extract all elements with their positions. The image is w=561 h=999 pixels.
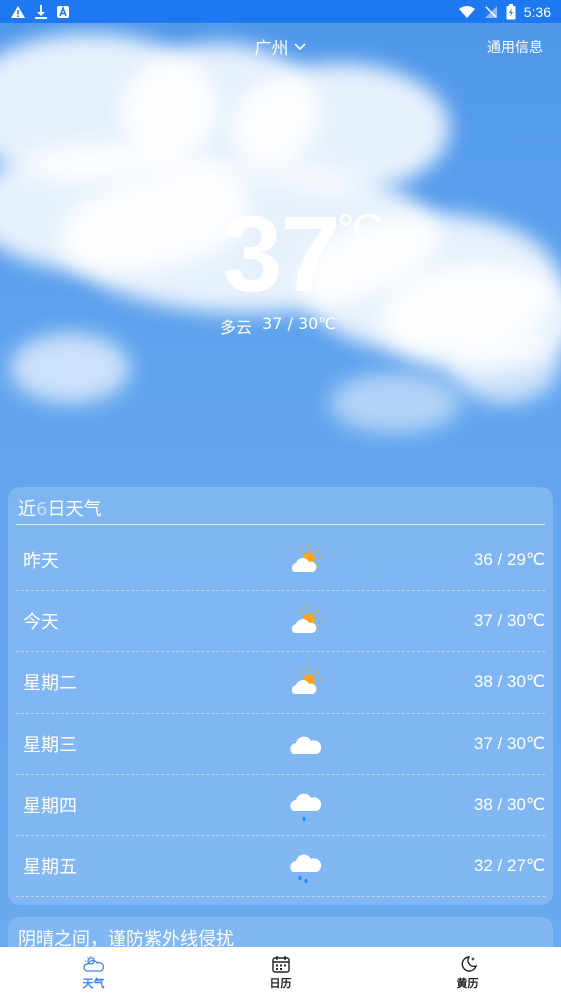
forecast-row[interactable]: 星期五 32 / 27℃	[16, 836, 545, 898]
nav-label-calendar: 日历	[269, 977, 292, 990]
forecast-row[interactable]: 今天 37 / 30℃	[16, 591, 545, 653]
forecast-row[interactable]: 星期三 37 / 30℃	[16, 714, 545, 775]
city-name: 广州	[254, 39, 289, 59]
warning-icon	[11, 5, 25, 18]
header: 广州 通用信息	[0, 30, 561, 60]
forecast-range: 36 / 29℃	[473, 550, 545, 570]
status-bar: 5:36	[0, 0, 561, 23]
forecast-title: 近6日天气	[18, 495, 101, 521]
rain-icon	[290, 854, 322, 884]
forecast-card: 近6日天气 昨天 36 / 29℃ 今天 37 / 30℃ 星期二 38 / 3…	[8, 487, 553, 905]
forecast-row[interactable]: 星期二 38 / 30℃	[16, 652, 545, 714]
forecast-day: 星期四	[23, 795, 77, 817]
wifi-icon	[458, 5, 475, 18]
download-icon	[35, 4, 47, 19]
forecast-range: 32 / 27℃	[473, 856, 545, 876]
current-temperature: 37 °C	[0, 200, 561, 308]
current-description: 多云 37 / 30℃	[220, 314, 336, 338]
forecast-list: 昨天 36 / 29℃ 今天 37 / 30℃ 星期二 38 / 30℃ 星期三…	[8, 530, 553, 898]
moon-icon	[461, 956, 477, 972]
forecast-divider	[16, 524, 545, 525]
chevron-down-icon	[293, 42, 306, 50]
nav-label-almanac: 黄历	[456, 977, 479, 990]
weather-icon	[82, 956, 104, 972]
bottom-navigation: 天气 日历 黄历	[0, 947, 561, 999]
current-range: 37 / 30℃	[262, 314, 337, 333]
forecast-range: 38 / 30℃	[473, 794, 545, 814]
forecast-day: 星期三	[23, 734, 77, 756]
nav-label-weather: 天气	[82, 977, 105, 990]
forecast-day: 今天	[23, 612, 59, 634]
app-a-icon	[57, 5, 69, 18]
forecast-day: 星期五	[23, 857, 77, 879]
nav-tab-calendar[interactable]: 日历	[187, 947, 374, 999]
current-condition: 多云	[220, 318, 253, 337]
calendar-icon	[271, 956, 290, 973]
temperature-number: 37	[222, 193, 340, 314]
nav-tab-weather[interactable]: 天气	[0, 947, 187, 999]
city-selector[interactable]: 广州	[0, 34, 561, 59]
temperature-value: 37 °C	[222, 200, 382, 308]
status-right: 5:36	[458, 3, 551, 20]
forecast-title-prefix: 近	[18, 499, 36, 520]
nav-tab-almanac[interactable]: 黄历	[374, 947, 561, 999]
battery-icon	[506, 3, 516, 19]
no-signal-icon	[484, 5, 497, 18]
light-rain-icon	[290, 793, 322, 821]
forecast-day: 星期二	[23, 673, 77, 695]
forecast-range: 38 / 30℃	[473, 672, 545, 692]
forecast-title-suffix: 日天气	[47, 499, 102, 520]
forecast-row[interactable]: 昨天 36 / 29℃	[16, 530, 545, 592]
forecast-row[interactable]: 星期四 38 / 30℃	[16, 775, 545, 836]
status-time: 5:36	[523, 3, 551, 20]
forecast-day: 昨天	[23, 551, 59, 573]
partly-cloudy-icon	[291, 667, 322, 695]
forecast-range: 37 / 30℃	[473, 611, 545, 631]
forecast-range: 37 / 30℃	[473, 733, 545, 753]
cloud-icon	[290, 736, 322, 754]
temperature-unit: °C	[337, 205, 382, 252]
partly-cloudy-icon	[291, 545, 322, 572]
status-left	[10, 4, 70, 20]
forecast-title-count: 6	[36, 499, 48, 520]
partly-cloudy-icon	[291, 606, 322, 634]
general-info-button[interactable]: 通用信息	[487, 37, 543, 57]
